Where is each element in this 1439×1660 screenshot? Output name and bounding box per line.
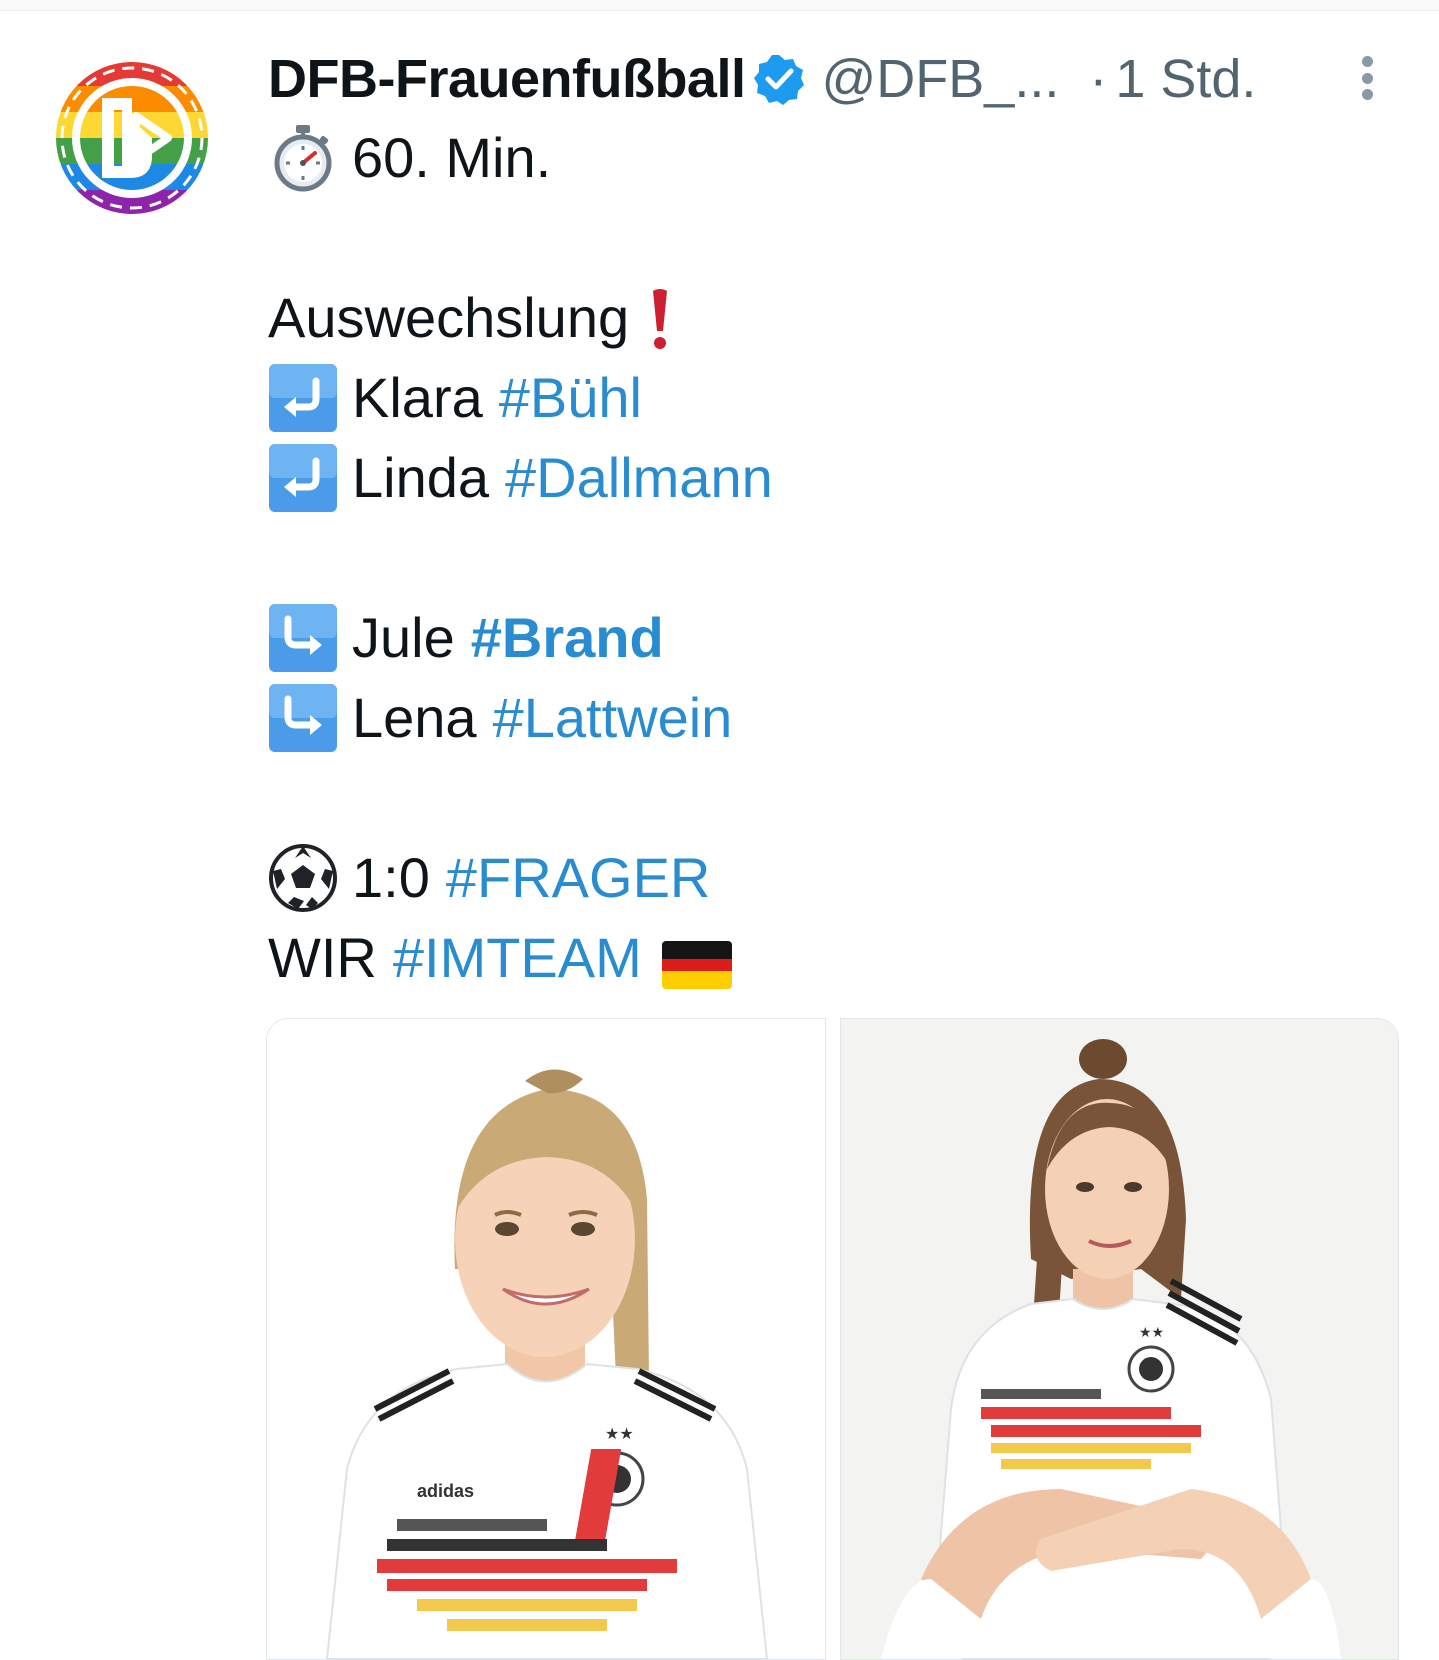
arrow-return-left-icon	[268, 363, 338, 433]
display-name[interactable]: DFB-Frauenfußball	[268, 48, 746, 110]
score-text: 1:0	[352, 846, 430, 909]
more-vertical-icon[interactable]	[1352, 50, 1382, 106]
sub-on-line: Lena #Lattwein	[268, 678, 1398, 758]
hashtag-link[interactable]: #Dallmann	[505, 438, 773, 518]
handle[interactable]: @DFB_...	[821, 48, 1059, 110]
score-line: 1:0 #FRAGER	[268, 838, 1398, 918]
player-photo-right[interactable]: ★★	[839, 1018, 1399, 1660]
team-line: WIR #IMTEAM	[268, 918, 1398, 998]
svg-text:★★: ★★	[1139, 1325, 1164, 1341]
player-on-2-first: Lena	[352, 686, 477, 749]
hashtag-link[interactable]: #Brand	[471, 598, 664, 678]
top-divider	[0, 0, 1439, 11]
arrow-return-right-icon	[268, 603, 338, 673]
germany-flag-icon	[661, 932, 732, 989]
sub-on-line: Jule #Brand	[268, 598, 1398, 678]
timestamp[interactable]: 1 Std.	[1115, 48, 1256, 110]
arrow-return-right-icon	[268, 683, 338, 753]
player-photo-left[interactable]: ★★ adidas	[266, 1018, 826, 1660]
verified-badge-icon	[753, 53, 805, 105]
soccer-ball-icon	[268, 843, 338, 913]
sub-off-line: Linda #Dallmann	[268, 438, 1398, 518]
wir-text: WIR	[268, 926, 377, 989]
dfb-rainbow-logo-icon[interactable]	[52, 58, 212, 218]
sub-off-line: Klara #Bühl	[268, 358, 1398, 438]
media-grid: ★★ adidas ★★	[266, 1018, 1399, 1660]
svg-text:adidas: adidas	[417, 1481, 474, 1501]
player-off-2-first: Linda	[352, 446, 490, 509]
minute-text: 60. Min.	[352, 126, 552, 189]
red-exclamation-icon	[645, 283, 675, 353]
substitution-title: Auswechslung	[268, 286, 630, 349]
hashtag-link[interactable]: #FRAGER	[446, 838, 711, 918]
svg-text:★★: ★★	[605, 1424, 634, 1443]
separator-dot: ·	[1089, 49, 1108, 109]
hashtag-link[interactable]: #IMTEAM	[393, 918, 642, 998]
tweet-text: 60. Min. Auswechslung Klara #Bühl Linda …	[268, 118, 1398, 998]
substitution-title-line: Auswechslung	[268, 278, 1398, 358]
arrow-return-left-icon	[268, 443, 338, 513]
hashtag-link[interactable]: #Lattwein	[493, 678, 733, 758]
minute-line: 60. Min.	[268, 118, 1398, 198]
stopwatch-icon	[268, 123, 338, 193]
tweet-header: DFB-Frauenfußball @DFB_... · 1 Std.	[268, 44, 1418, 114]
player-on-1-first: Jule	[352, 606, 455, 669]
hashtag-link[interactable]: #Bühl	[499, 358, 642, 438]
player-off-1-first: Klara	[352, 366, 483, 429]
